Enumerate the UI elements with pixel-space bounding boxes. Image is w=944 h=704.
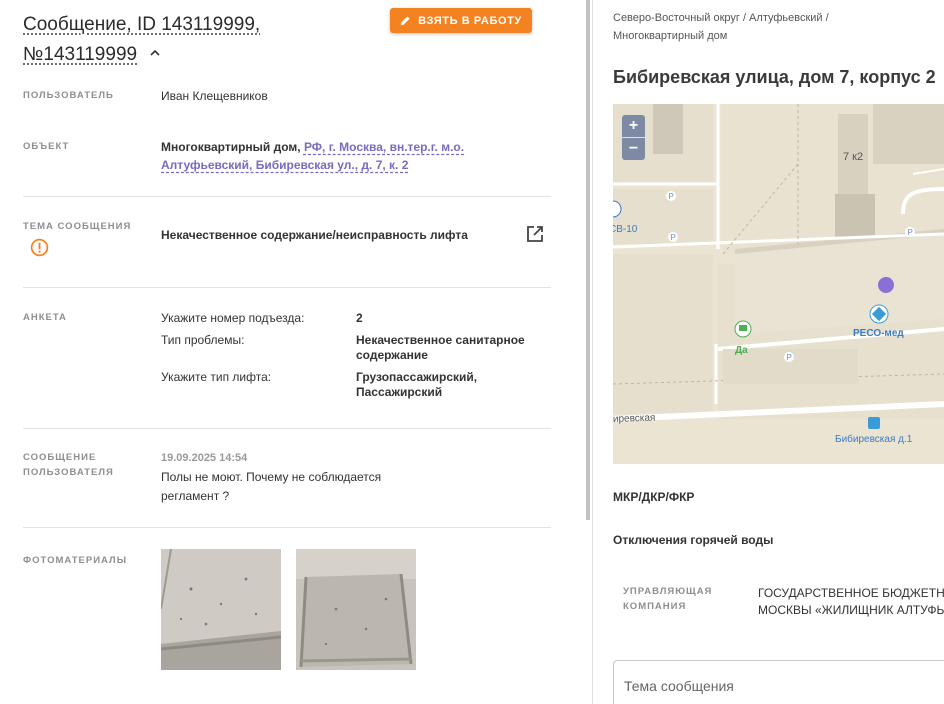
management-company-label: УПРАВЛЯЮЩАЯ КОМПАНИЯ [623,584,712,614]
management-company-value: ГОСУДАРСТВЕННОЕ БЮДЖЕТНО МОСКВЫ «ЖИЛИЩНИ… [758,585,944,619]
parking-icon: P [787,353,792,362]
topic-label: ТЕМА СООБЩЕНИЯ [23,221,132,232]
divider [23,428,551,429]
breadcrumb-line1: Северо-Восточный округ / Алтуфьевский / [613,12,829,24]
breadcrumb-line2: Многоквартирный дом [613,30,728,42]
map-building-label: 7 к2 [843,151,863,163]
map[interactable]: 7 к2 СВ-10 РЕСО-мед Да иревская Бибиревс… [613,104,944,464]
user-label: ПОЛЬЗОВАТЕЛЬ [23,90,114,101]
take-to-work-button[interactable]: ВЗЯТЬ В РАБОТУ [390,8,532,33]
zoom-out-button[interactable]: − [622,138,645,160]
divider [23,196,551,197]
map-poi-label: РЕСО-мед [853,328,904,339]
mc-label-line2: КОМПАНИЯ [623,601,687,612]
survey-label: АНКЕТА [23,312,67,323]
title-line1: Сообщение, ID 143119999, [23,14,261,35]
photo-thumbnail[interactable] [161,549,281,670]
message-text: Полы не моют. Почему не соблюдается регл… [161,470,382,503]
user-value: Иван Клещевников [161,89,268,103]
survey-question-2: Тип проблемы: [161,333,245,347]
survey-question-3: Укажите тип лифта: [161,370,272,384]
parking-icon: P [669,192,674,201]
survey-answer-1: 2 [356,311,363,325]
photos-label: ФОТОМАТЕРИАЛЫ [23,555,128,566]
open-external-icon[interactable] [526,225,544,243]
chevron-up-icon[interactable] [150,48,160,58]
title-line2: №143119999 [23,44,138,65]
mc-value-line1: ГОСУДАРСТВЕННОЕ БЮДЖЕТНО [758,586,944,600]
subject-placeholder: Тема сообщения [624,678,734,694]
message-subject-field[interactable]: Тема сообщения [613,660,944,704]
map-road-label: СВ-10 [613,224,638,235]
object-address-link-line1[interactable]: РФ, г. Москва, вн.тер.г. м.о. [304,140,464,154]
map-street-label: иревская [613,413,656,425]
warning-icon [30,238,49,257]
divider [23,287,551,288]
page-title: Сообщение, ID 143119999, №143119999 [23,10,363,70]
survey-question-1: Укажите номер подъезда: [161,311,305,325]
topic-value: Некачественное содержание/неисправность … [161,228,468,242]
page: Сообщение, ID 143119999, №143119999 ВЗЯТ… [0,0,944,704]
object-address-title: Бибиревская улица, дом 7, корпус 2 [613,67,936,87]
message-date: 19.09.2025 14:54 [161,452,248,464]
mc-label-line1: УПРАВЛЯЮЩАЯ [623,586,713,597]
panel-separator [592,0,593,704]
photo-thumbnail[interactable] [296,549,416,670]
zoom-in-button[interactable]: + [622,115,645,137]
message-label-line1: СООБЩЕНИЕ [23,452,97,463]
parking-icon: P [671,233,676,242]
divider [23,527,551,528]
object-label: ОБЪЕКТ [23,141,70,152]
map-location-marker[interactable] [878,277,894,293]
map-canvas: 7 к2 СВ-10 РЕСО-мед Да иревская Бибиревс… [613,104,944,464]
breadcrumb: Северо-Восточный округ / Алтуфьевский / … [613,9,913,45]
pencil-icon [401,16,410,26]
section-repair: МКР/ДКР/ФКР [613,490,695,504]
parking-icon: P [908,228,913,237]
object-value: Многоквартирный дом, РФ, г. Москва, вн.т… [161,138,491,174]
bus-stop-icon [868,417,880,429]
message-details-panel: Сообщение, ID 143119999, №143119999 ВЗЯТ… [0,0,586,704]
message-label-line2: ПОЛЬЗОВАТЕЛЯ [23,467,114,478]
mc-value-line2: МОСКВЫ «ЖИЛИЩНИК АЛТУФЬ [758,603,944,617]
survey-answer-2: Некачественное санитарное содержание [356,333,525,362]
take-button-label: ВЗЯТЬ В РАБОТУ [418,14,522,27]
survey-answer-3: Грузопассажирский, Пассажирский [356,370,478,399]
map-shop-label: Да [735,345,748,356]
message-label: СООБЩЕНИЕ ПОЛЬЗОВАТЕЛЯ [23,450,114,480]
object-type: Многоквартирный дом, [161,140,301,154]
object-address-link-line2[interactable]: Алтуфьевский, Бибиревская ул., д. 7, к. … [161,158,408,172]
scrollbar[interactable] [586,0,590,520]
map-bus-stop-label: Бибиревская д.1 [835,433,913,445]
section-hot-water: Отключения горячей воды [613,533,774,547]
shop-icon [739,325,747,331]
